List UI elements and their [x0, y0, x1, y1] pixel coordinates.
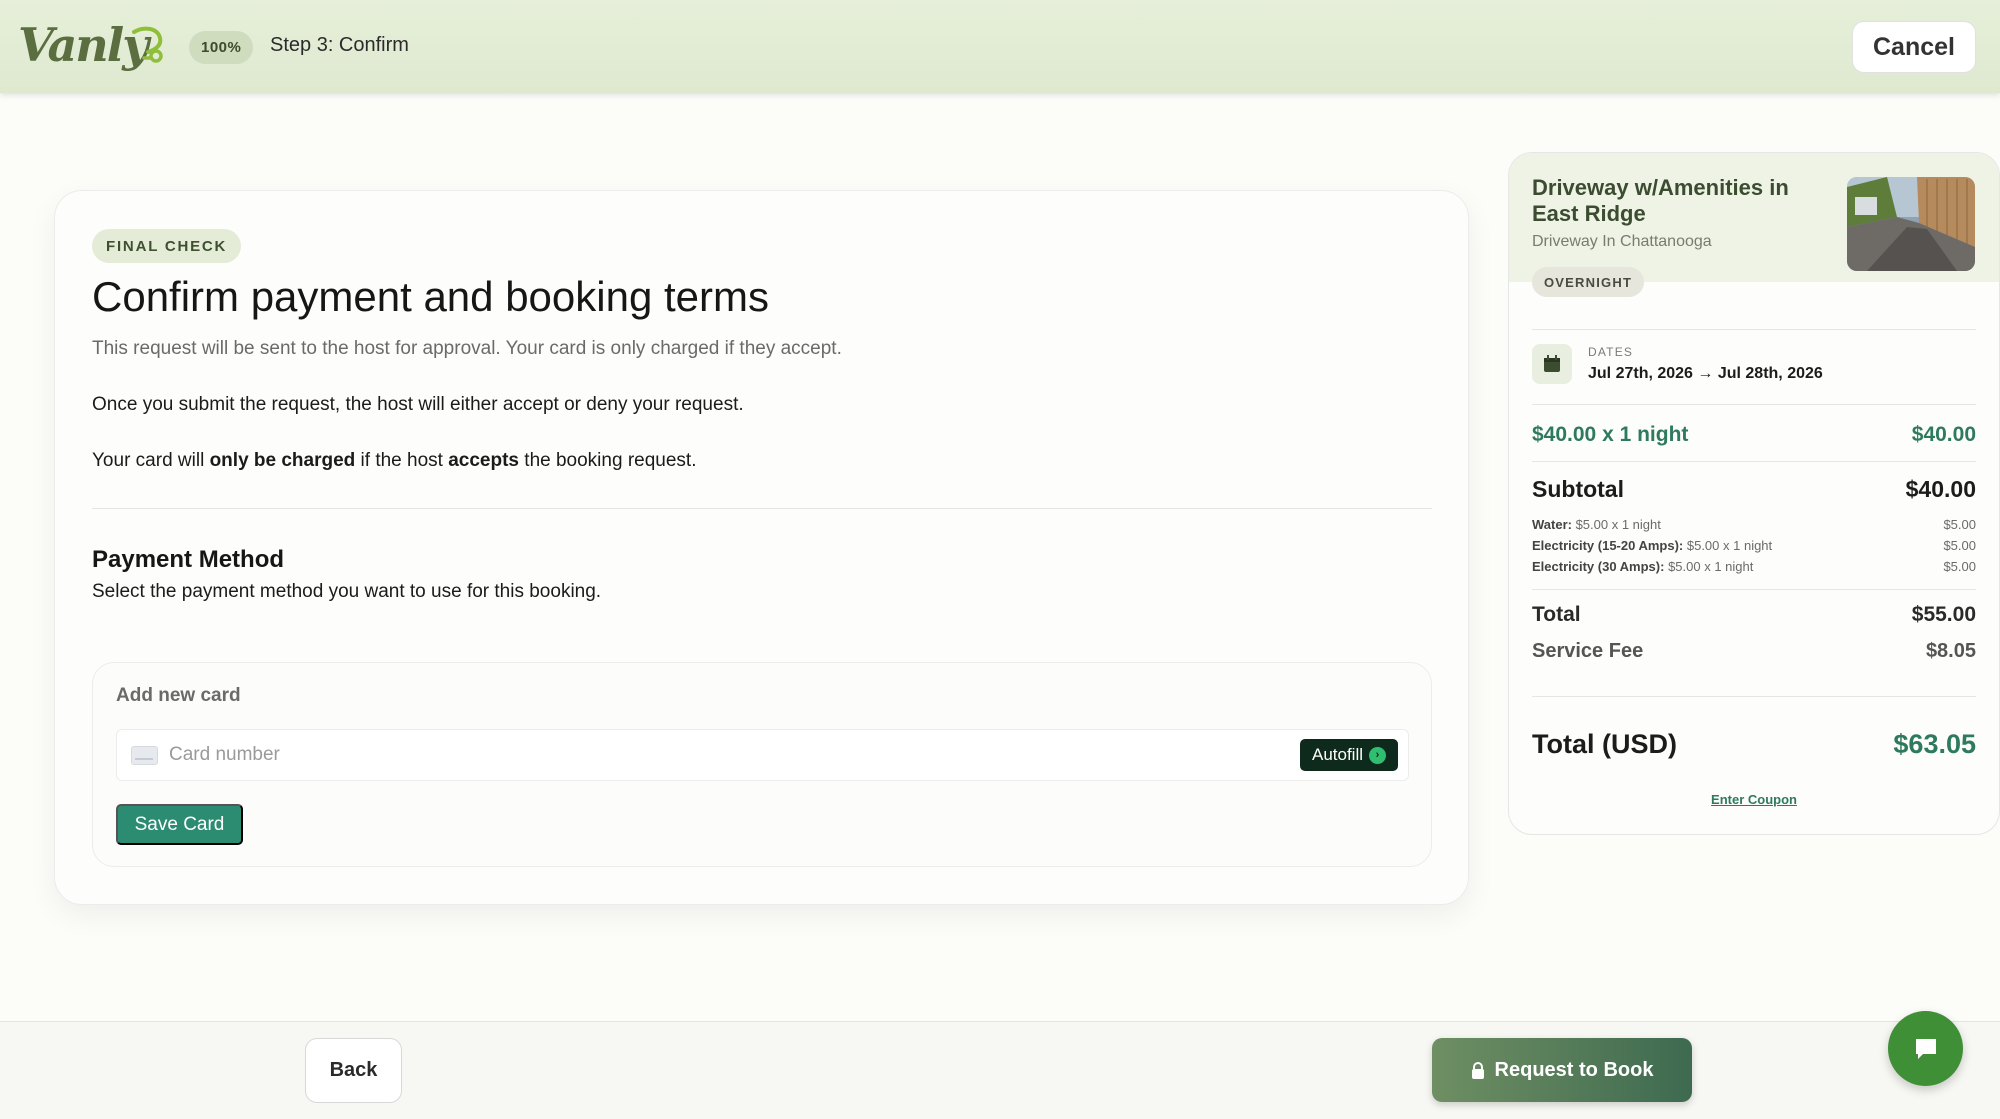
step-label: Step 3: Confirm: [270, 34, 409, 56]
summary-divider: [1532, 404, 1976, 405]
fee-line-electricity-30: Electricity (30 Amps): $5.00 x 1 night: [1532, 559, 1753, 574]
charge-text-bold-1: only be charged: [209, 450, 356, 471]
autofill-label: Autofill: [1311, 745, 1364, 764]
calendar-icon-box: [1532, 344, 1572, 384]
total-label: Total: [1532, 603, 1581, 626]
progress-badge: 100%: [189, 31, 254, 64]
chat-button[interactable]: [1888, 1011, 1963, 1086]
driveway-photo-image: [1847, 177, 1975, 271]
payment-method-title: Payment Method: [92, 546, 285, 573]
charge-text-1: Your card will: [92, 450, 210, 471]
van-logo-icon: [132, 26, 163, 63]
service-fee-label: Service Fee: [1532, 640, 1644, 662]
arrow-right-circle-icon: ›: [1369, 746, 1387, 764]
charge-info-text: Your card will only be charged if the ho…: [92, 450, 696, 472]
add-card-label: Add new card: [116, 685, 241, 706]
fee-name: Electricity (30 Amps):: [1532, 559, 1665, 574]
summary-divider: [1532, 329, 1976, 330]
autofill-button[interactable]: Autofill ›: [1300, 739, 1398, 771]
dates-value: Jul 27th, 2026 → Jul 28th, 2026: [1588, 365, 1823, 382]
booking-summary: Driveway w/Amenities in East Ridge Drive…: [1508, 152, 2000, 835]
overnight-badge: OVERNIGHT: [1532, 267, 1645, 297]
card-number-input[interactable]: [169, 744, 1069, 766]
add-card-panel: Add new card Autofill › Save Card: [92, 662, 1432, 867]
summary-divider: [1532, 589, 1976, 590]
listing-subtitle: Driveway In Chattanooga: [1532, 233, 1712, 250]
listing-title: Driveway w/Amenities in East Ridge: [1532, 175, 1789, 226]
total-value: $55.00: [1911, 603, 1976, 626]
dates-label: DATES: [1588, 345, 1634, 359]
chat-bubble-icon: [1915, 1038, 1936, 1059]
service-fee-value: $8.05: [1925, 640, 1976, 662]
page-subtitle: This request will be sent to the host fo…: [92, 338, 842, 359]
grand-total-value: $63.05: [1893, 729, 1976, 759]
final-check-badge: FINAL CHECK: [92, 229, 242, 263]
back-button[interactable]: Back: [305, 1038, 402, 1103]
fee-name: Electricity (15-20 Amps):: [1532, 538, 1684, 553]
payment-method-subtitle: Select the payment method you want to us…: [92, 581, 602, 602]
cancel-button[interactable]: Cancel: [1852, 21, 1976, 73]
section-divider: [92, 508, 1432, 509]
fee-value: $5.00: [1943, 517, 1976, 532]
charge-text-bold-2: accepts: [448, 450, 520, 471]
top-header: Vanly 100% Step 3: Confirm Cancel: [0, 0, 2000, 93]
charge-text-3: the booking request.: [519, 450, 697, 471]
credit-card-icon: [131, 746, 158, 765]
logo-text: Vanly: [18, 18, 149, 72]
nightly-rate-label: $40.00 x 1 night: [1532, 423, 1689, 446]
calendar-icon: [1544, 355, 1560, 372]
subtotal-value: $40.00: [1905, 476, 1976, 502]
subtotal-label: Subtotal: [1532, 476, 1624, 502]
fee-detail: $5.00 x 1 night: [1664, 559, 1754, 574]
grand-total-label: Total (USD): [1532, 729, 1677, 759]
nightly-rate-value: $40.00: [1911, 423, 1976, 446]
listing-photo[interactable]: [1847, 177, 1975, 271]
fee-value: $5.00: [1943, 559, 1976, 574]
fee-name: Water:: [1532, 517, 1572, 532]
charge-text-2: if the host: [355, 450, 449, 471]
fee-line-electricity-15-20: Electricity (15-20 Amps): $5.00 x 1 nigh…: [1532, 538, 1772, 553]
fee-value: $5.00: [1943, 538, 1976, 553]
fee-detail: $5.00 x 1 night: [1571, 517, 1661, 532]
lock-icon: [1471, 1061, 1484, 1079]
summary-divider: [1532, 461, 1976, 462]
enter-coupon-link[interactable]: Enter Coupon: [1509, 792, 1999, 807]
request-to-book-button[interactable]: Request to Book: [1432, 1038, 1692, 1102]
save-card-button[interactable]: Save Card: [116, 804, 243, 845]
fee-detail: $5.00 x 1 night: [1683, 538, 1773, 553]
card-number-field[interactable]: Autofill ›: [116, 729, 1409, 781]
footer-bar: Back Request to Book: [0, 1021, 2000, 1119]
vanly-logo[interactable]: Vanly: [18, 14, 164, 76]
request-info-text: Once you submit the request, the host wi…: [92, 394, 744, 415]
confirm-card: FINAL CHECK Confirm payment and booking …: [54, 190, 1469, 905]
summary-divider: [1532, 696, 1976, 697]
page-title: Confirm payment and booking terms: [92, 273, 769, 320]
request-to-book-label: Request to Book: [1494, 1058, 1654, 1081]
fee-line-water: Water: $5.00 x 1 night: [1532, 517, 1661, 532]
